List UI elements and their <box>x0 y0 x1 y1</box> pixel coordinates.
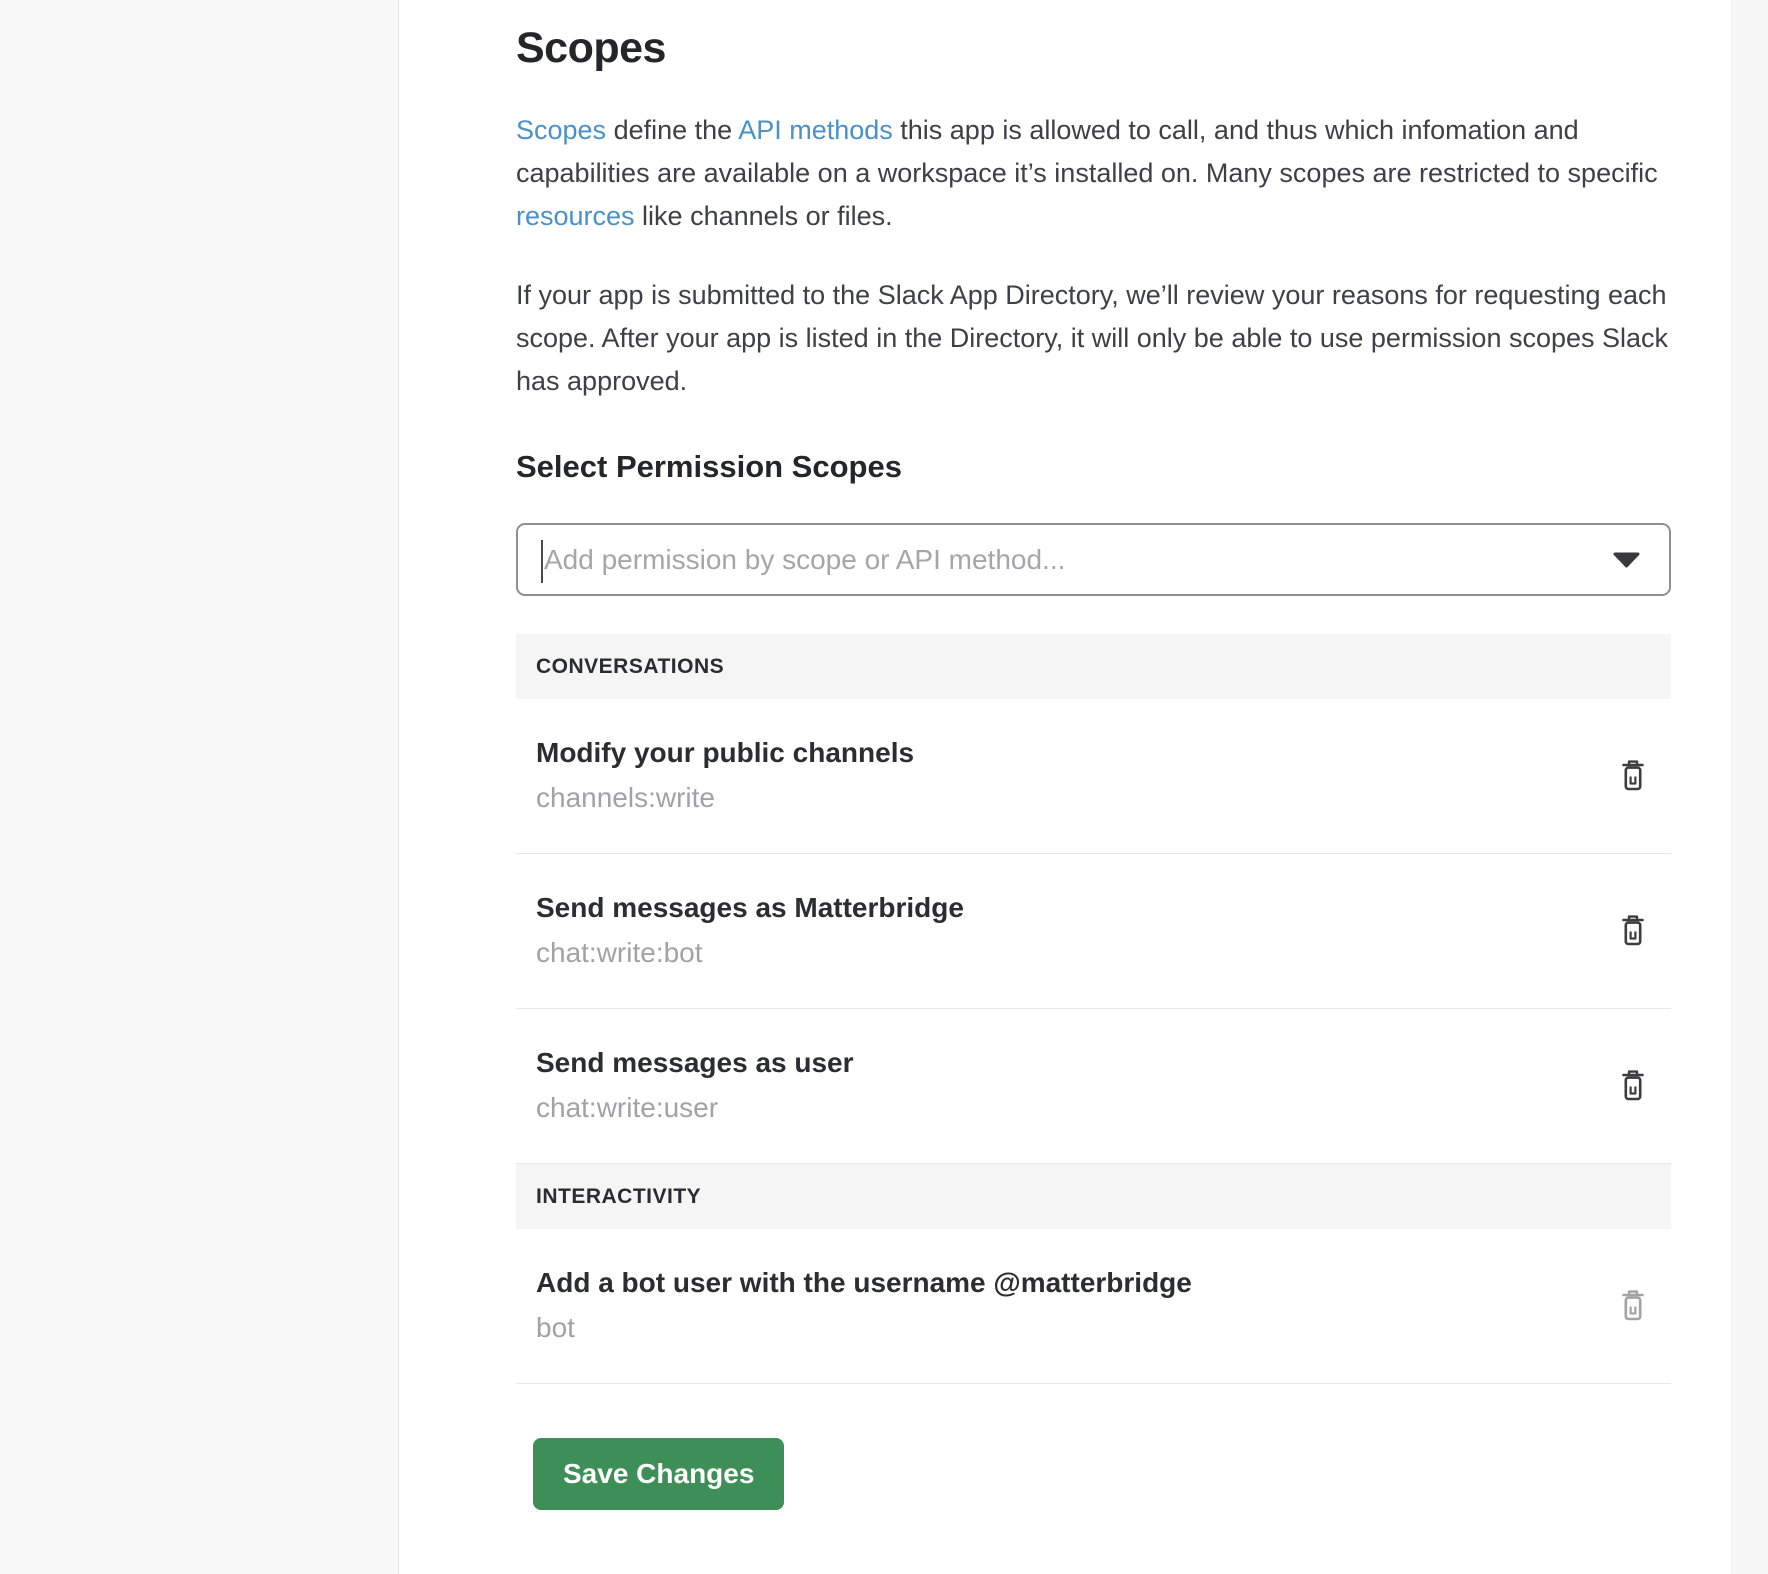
save-row: Save Changes <box>516 1384 1671 1510</box>
delete-scope-button[interactable] <box>1619 1289 1647 1322</box>
select-permission-scopes-heading: Select Permission Scopes <box>516 449 1671 485</box>
intro-paragraph-2: If your app is submitted to the Slack Ap… <box>516 274 1671 403</box>
scope-item-id: channels:write <box>536 780 914 815</box>
scope-section: CONVERSATIONS Modify your public channel… <box>516 634 1671 1164</box>
right-gutter <box>1732 0 1768 1574</box>
section-items: Add a bot user with the username @matter… <box>516 1229 1671 1384</box>
scope-item-id: chat:write:bot <box>536 935 964 970</box>
section-header: CONVERSATIONS <box>516 634 1671 699</box>
trash-icon <box>1619 1310 1647 1325</box>
app-window: Scopes Scopes define the API methods thi… <box>0 0 1768 1574</box>
scope-item-id: chat:write:user <box>536 1090 854 1125</box>
intro-paragraph-1: Scopes define the API methods this app i… <box>516 109 1671 238</box>
delete-scope-button[interactable] <box>1619 759 1647 792</box>
inline-link[interactable]: API methods <box>738 115 893 145</box>
text-cursor <box>541 540 543 583</box>
scope-row: Modify your public channels channels:wri… <box>516 699 1671 854</box>
trash-icon <box>1619 780 1647 795</box>
scope-texts: Send messages as user chat:write:user <box>536 1045 854 1125</box>
scopes-panel: Scopes Scopes define the API methods thi… <box>399 0 1732 1574</box>
inline-link[interactable]: resources <box>516 201 635 231</box>
section-header: INTERACTIVITY <box>516 1164 1671 1229</box>
scope-item-id: bot <box>536 1310 1192 1345</box>
scope-texts: Modify your public channels channels:wri… <box>536 735 914 815</box>
scope-item-name: Modify your public channels <box>536 735 914 770</box>
save-changes-button[interactable]: Save Changes <box>533 1438 784 1510</box>
trash-icon <box>1619 935 1647 950</box>
scope-item-name: Send messages as Matterbridge <box>536 890 964 925</box>
delete-scope-button[interactable] <box>1619 1069 1647 1102</box>
scope-item-name: Add a bot user with the username @matter… <box>536 1265 1192 1300</box>
section-header-label: CONVERSATIONS <box>536 655 724 679</box>
scope-search-box[interactable] <box>516 523 1671 596</box>
scope-search-input[interactable] <box>518 525 1669 594</box>
inline-link[interactable]: Scopes <box>516 115 606 145</box>
section-header-label: INTERACTIVITY <box>536 1185 701 1209</box>
delete-scope-button[interactable] <box>1619 914 1647 947</box>
scope-row: Send messages as user chat:write:user <box>516 1009 1671 1164</box>
scope-section: INTERACTIVITY Add a bot user with the us… <box>516 1164 1671 1384</box>
scope-item-name: Send messages as user <box>536 1045 854 1080</box>
scope-texts: Send messages as Matterbridge chat:write… <box>536 890 964 970</box>
trash-icon <box>1619 1090 1647 1105</box>
chevron-down-icon[interactable] <box>1612 551 1641 568</box>
scope-row: Send messages as Matterbridge chat:write… <box>516 854 1671 1009</box>
page-title: Scopes <box>516 24 1671 73</box>
section-items: Modify your public channels channels:wri… <box>516 699 1671 1164</box>
left-sidebar <box>0 0 399 1574</box>
scope-texts: Add a bot user with the username @matter… <box>536 1265 1192 1345</box>
scope-sections: CONVERSATIONS Modify your public channel… <box>516 634 1671 1384</box>
scope-row: Add a bot user with the username @matter… <box>516 1229 1671 1384</box>
